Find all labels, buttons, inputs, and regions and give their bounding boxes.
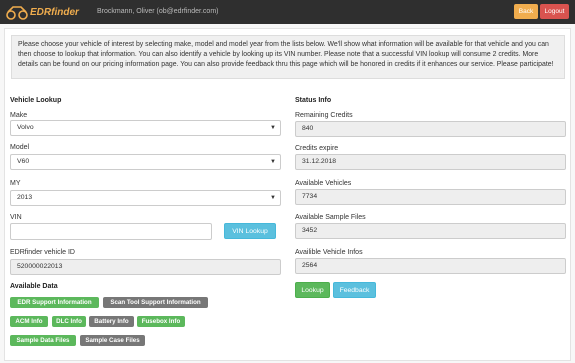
- logo[interactable]: EDRfinder: [6, 4, 79, 20]
- expire-field: 31.12.2018: [295, 154, 566, 170]
- logo-text: EDRfinder: [30, 6, 79, 18]
- available-data-title: Available Data: [10, 283, 58, 290]
- main-panel: Please choose your vehicle of interest b…: [4, 28, 571, 361]
- status-info-title: Status Info: [295, 97, 332, 104]
- make-select[interactable]: Volvo ▼: [10, 120, 281, 136]
- fusebox-info-badge: Fusebox Info: [137, 316, 185, 327]
- chevron-down-icon: ▼: [270, 125, 276, 131]
- my-label: MY: [10, 180, 21, 187]
- credits-field: 840: [295, 121, 566, 137]
- vehicle-id-label: EDRfinder vehicle ID: [10, 249, 75, 256]
- vin-input[interactable]: [10, 223, 212, 240]
- scan-tool-support-badge: Scan Tool Support Information: [103, 297, 208, 308]
- back-button[interactable]: Back: [514, 4, 538, 19]
- vehicle-id-field: 520000022013: [10, 259, 281, 275]
- model-value: V60: [17, 158, 30, 165]
- logout-button[interactable]: Logout: [540, 4, 569, 19]
- vehicle-lookup-title: Vehicle Lookup: [10, 97, 62, 104]
- make-label: Make: [10, 112, 28, 119]
- vehicles-label: Available Vehicles: [295, 180, 352, 187]
- chevron-down-icon: ▼: [270, 159, 276, 165]
- samples-label: Available Sample Files: [295, 214, 366, 221]
- infos-label: Availible Vehicle Infos: [295, 249, 363, 256]
- lookup-button[interactable]: Lookup: [295, 282, 330, 298]
- infos-field: 2564: [295, 258, 566, 274]
- samples-field: 3452: [295, 223, 566, 239]
- car-logo-icon: [6, 6, 28, 20]
- vehicles-field: 7734: [295, 189, 566, 205]
- feedback-button[interactable]: Feedback: [333, 282, 376, 298]
- my-select[interactable]: 2013 ▼: [10, 190, 281, 206]
- vin-label: VIN: [10, 214, 22, 221]
- model-select[interactable]: V60 ▼: [10, 154, 281, 170]
- intro-text: Please choose your vehicle of interest b…: [11, 35, 565, 79]
- chevron-down-icon: ▼: [270, 195, 276, 201]
- dlc-info-badge: DLC Info: [52, 316, 86, 327]
- acm-info-badge: ACM Info: [10, 316, 48, 327]
- navbar: EDRfinder Brockmann, Oliver (ob@edrfinde…: [0, 0, 575, 24]
- battery-info-badge: Battery Info: [89, 316, 134, 327]
- expire-label: Credits expire: [295, 145, 339, 152]
- my-value: 2013: [17, 194, 33, 201]
- sample-data-files-badge: Sample Data Files: [10, 335, 76, 346]
- edr-support-badge: EDR Support Information: [10, 297, 99, 308]
- sample-case-files-badge: Sample Case Files: [80, 335, 145, 346]
- model-label: Model: [10, 144, 30, 151]
- credits-label: Remaining Credits: [295, 112, 353, 119]
- make-value: Volvo: [17, 124, 34, 131]
- vin-lookup-button[interactable]: VIN Lookup: [224, 223, 276, 239]
- user-info: Brockmann, Oliver (ob@edrfinder.com): [97, 8, 219, 15]
